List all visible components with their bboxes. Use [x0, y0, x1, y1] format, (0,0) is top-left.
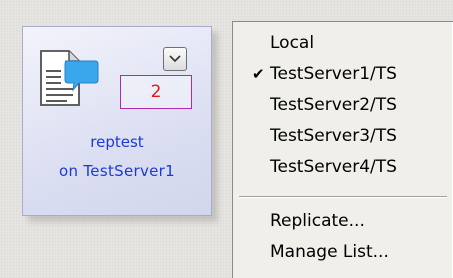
menu-item-replicate[interactable]: Replicate... [233, 207, 453, 235]
chevron-down-icon [169, 55, 181, 63]
menu-item-label: TestServer1/TS [270, 64, 397, 84]
server-label[interactable]: on TestServer1 [23, 162, 211, 180]
database-tile[interactable]: 2 reptest on TestServer1 [22, 26, 212, 216]
server-context-menu: Local ✔ TestServer1/TS TestServer2/TS Te… [232, 21, 453, 278]
menu-item-local[interactable]: Local [233, 29, 453, 57]
menu-item-testserver4[interactable]: TestServer4/TS [233, 153, 453, 181]
unread-count: 2 [150, 82, 162, 102]
menu-item-testserver2[interactable]: TestServer2/TS [233, 91, 453, 119]
database-name[interactable]: reptest [23, 133, 211, 151]
unread-count-badge: 2 [120, 75, 192, 109]
menu-item-label: TestServer3/TS [270, 126, 397, 146]
menu-item-testserver3[interactable]: TestServer3/TS [233, 122, 453, 150]
document-chat-icon [40, 50, 99, 106]
menu-item-label: TestServer4/TS [270, 157, 397, 177]
checkmark-icon: ✔ [252, 65, 265, 83]
menu-item-label: TestServer2/TS [270, 95, 397, 115]
menu-separator [239, 196, 447, 198]
menu-item-testserver1[interactable]: ✔ TestServer1/TS [233, 60, 453, 88]
tile-menu-button[interactable] [163, 47, 187, 71]
menu-item-label: Local [270, 33, 315, 53]
menu-item-manage-list[interactable]: Manage List... [233, 238, 453, 266]
menu-item-label: Replicate... [270, 211, 365, 231]
menu-item-label: Manage List... [270, 242, 389, 262]
